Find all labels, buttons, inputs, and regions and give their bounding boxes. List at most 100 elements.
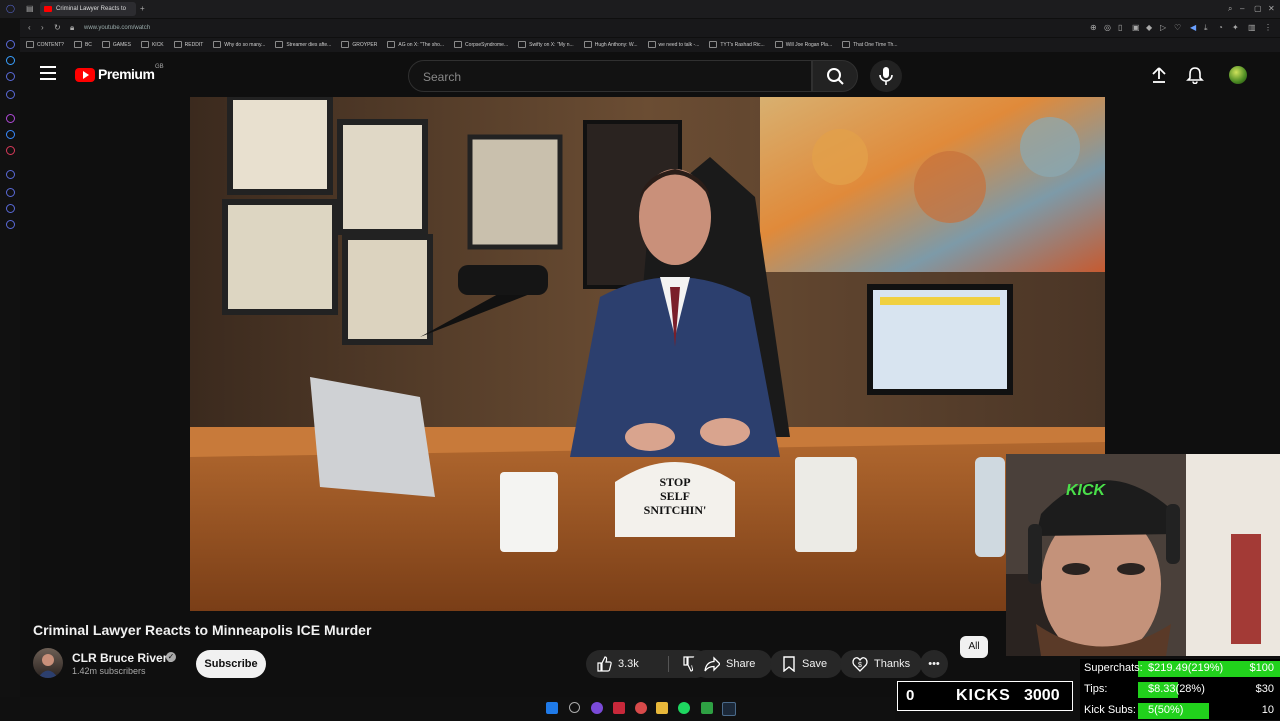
- shield-icon[interactable]: ◆: [1146, 21, 1152, 35]
- minimize-icon[interactable]: –: [1240, 2, 1244, 16]
- bookmark-favicon-icon: [583, 41, 592, 49]
- zoom-icon[interactable]: ⊕: [1090, 21, 1097, 35]
- taskbar-app-icon[interactable]: [635, 702, 647, 714]
- sidebar-app-icon[interactable]: [6, 40, 15, 49]
- bookmark-item[interactable]: GAMES: [101, 38, 131, 52]
- tab-list-icon[interactable]: ▤: [26, 2, 34, 16]
- folder-icon: [173, 41, 182, 49]
- close-icon[interactable]: ✕: [1268, 2, 1275, 16]
- sidebar-app-icon[interactable]: [6, 114, 15, 123]
- video-player[interactable]: STOP SELF SNITCHIN': [190, 97, 1105, 611]
- bookmark-favicon-icon: [518, 41, 527, 49]
- sidebar-app-icon[interactable]: [6, 130, 15, 139]
- bookmark-item[interactable]: Streamer dies afte...: [275, 38, 331, 52]
- like-button[interactable]: 3.3k: [586, 650, 668, 678]
- notifications-bell-icon[interactable]: [1186, 66, 1204, 84]
- bookmark-item[interactable]: Hugh Anthony: W...: [583, 38, 638, 52]
- spotify-icon[interactable]: [678, 702, 690, 714]
- bookmark-item[interactable]: REDDIT: [173, 38, 204, 52]
- share-button[interactable]: Share: [692, 650, 772, 678]
- sidebar-app-icon[interactable]: [6, 188, 15, 197]
- maximize-icon[interactable]: ▢: [1254, 2, 1262, 16]
- wallet-icon[interactable]: ▣: [1132, 21, 1140, 35]
- save-button[interactable]: Save: [770, 650, 842, 678]
- steam-icon[interactable]: [722, 702, 736, 716]
- bookmark-favicon-icon: [774, 41, 783, 49]
- taskbar-search-icon[interactable]: [569, 702, 580, 713]
- taskbar-browser-icon[interactable]: [613, 702, 625, 714]
- sidebar-app-icon[interactable]: [6, 90, 15, 99]
- channel-name[interactable]: CLR Bruce Rivers: [72, 651, 174, 665]
- profile-icon[interactable]: ◔: [1218, 21, 1223, 35]
- subscribe-button[interactable]: Subscribe: [196, 650, 266, 678]
- bookmark-favicon-icon: [275, 41, 284, 49]
- taskbar-app-icon[interactable]: [591, 702, 603, 714]
- bookmark-item[interactable]: Swifty on X: "My n...: [518, 38, 574, 52]
- filter-chip-all[interactable]: All: [960, 636, 988, 658]
- folder-icon[interactable]: [656, 702, 668, 714]
- bookmark-item[interactable]: CONTENT?: [26, 38, 64, 52]
- more-actions-button[interactable]: •••: [920, 650, 948, 678]
- sidebar-app-icon[interactable]: [6, 72, 15, 81]
- thanks-button[interactable]: $ Thanks: [840, 650, 922, 678]
- menu-dots-icon[interactable]: ⋮: [1264, 21, 1272, 35]
- bookmark-item[interactable]: TYT's Rashad Ric...: [709, 38, 765, 52]
- tab-active[interactable]: Criminal Lawyer Reacts to: [40, 2, 136, 16]
- browser-tab-bar: ◯ ▤ Criminal Lawyer Reacts to + ⌕ – ▢ ✕: [0, 0, 1280, 18]
- bookmark-item[interactable]: CorpseSyndrome...: [454, 38, 508, 52]
- search-button[interactable]: [812, 60, 858, 92]
- bookmark-item[interactable]: Why do so many...: [213, 38, 265, 52]
- streamer-webcam: KICK: [1006, 454, 1280, 656]
- forward-icon[interactable]: ›: [41, 21, 44, 35]
- video-frame: STOP SELF SNITCHIN': [190, 97, 1105, 611]
- donation-value: $8.33(28%): [1148, 683, 1205, 695]
- bookmark-label: CorpseSyndrome...: [465, 42, 509, 48]
- bookmark-item[interactable]: KICK: [140, 38, 164, 52]
- heart-icon[interactable]: ♡: [1174, 21, 1181, 35]
- ai-icon[interactable]: ✦: [1232, 21, 1239, 35]
- sidebar-app-icon[interactable]: [6, 146, 15, 155]
- download-icon[interactable]: ⤓: [1204, 21, 1208, 35]
- voice-search-button[interactable]: [870, 60, 902, 92]
- upload-icon[interactable]: [1150, 66, 1168, 84]
- bookmark-label: KICK: [151, 42, 164, 48]
- hamburger-menu-icon[interactable]: [40, 66, 56, 80]
- bookmark-icon[interactable]: ▯: [1118, 21, 1122, 35]
- sidebar-app-icon[interactable]: [6, 204, 15, 213]
- bookmark-item[interactable]: GROYPER: [341, 38, 377, 52]
- search-input[interactable]: [421, 68, 805, 86]
- back-icon[interactable]: ‹: [28, 21, 31, 35]
- logo-text[interactable]: Premium: [98, 66, 155, 82]
- search-tabs-icon[interactable]: ⌕: [1228, 2, 1232, 16]
- browser-logo-icon[interactable]: ◯: [6, 2, 15, 16]
- sidebar-app-icon[interactable]: [6, 220, 15, 229]
- xbox-icon[interactable]: [701, 702, 713, 714]
- reload-icon[interactable]: ↻: [54, 21, 61, 35]
- bookmark-item[interactable]: Will Joe Rogan Pla...: [774, 38, 832, 52]
- kicks-label: KICKS: [956, 687, 1011, 704]
- account-avatar[interactable]: [1229, 66, 1247, 84]
- bookmark-favicon-icon: [454, 41, 463, 49]
- bookmark-favicon-icon: [842, 41, 851, 49]
- bookmark-item[interactable]: AG on X: "The sho...: [387, 38, 444, 52]
- bookmark-item[interactable]: That One Time Th...: [842, 38, 897, 52]
- sidebar-icon[interactable]: ▥: [1248, 21, 1256, 35]
- bookmark-label: AG on X: "The sho...: [398, 42, 445, 48]
- new-tab-button[interactable]: +: [140, 2, 145, 16]
- sidebar-app-icon[interactable]: [6, 170, 15, 179]
- tab-title: Criminal Lawyer Reacts to: [56, 6, 127, 12]
- channel-avatar[interactable]: [33, 648, 63, 678]
- browser-sidebar: [0, 18, 20, 720]
- sidebar-app-icon[interactable]: [6, 56, 15, 65]
- url-field[interactable]: www.youtube.com/watch: [84, 22, 150, 34]
- bookmark-item[interactable]: BC: [73, 38, 92, 52]
- windows-start-icon[interactable]: [546, 702, 558, 714]
- bookmark-label: REDDIT: [184, 42, 204, 48]
- audio-icon[interactable]: ◀: [1190, 21, 1196, 35]
- bookmark-item[interactable]: we need to talk -...: [647, 38, 699, 52]
- bookmark-label: That One Time Th...: [853, 42, 898, 48]
- youtube-logo-icon[interactable]: [75, 68, 95, 82]
- extension-icon[interactable]: ◎: [1104, 21, 1111, 35]
- play-icon[interactable]: ▷: [1160, 21, 1166, 35]
- bookmark-label: TYT's Rashad Ric...: [720, 42, 765, 48]
